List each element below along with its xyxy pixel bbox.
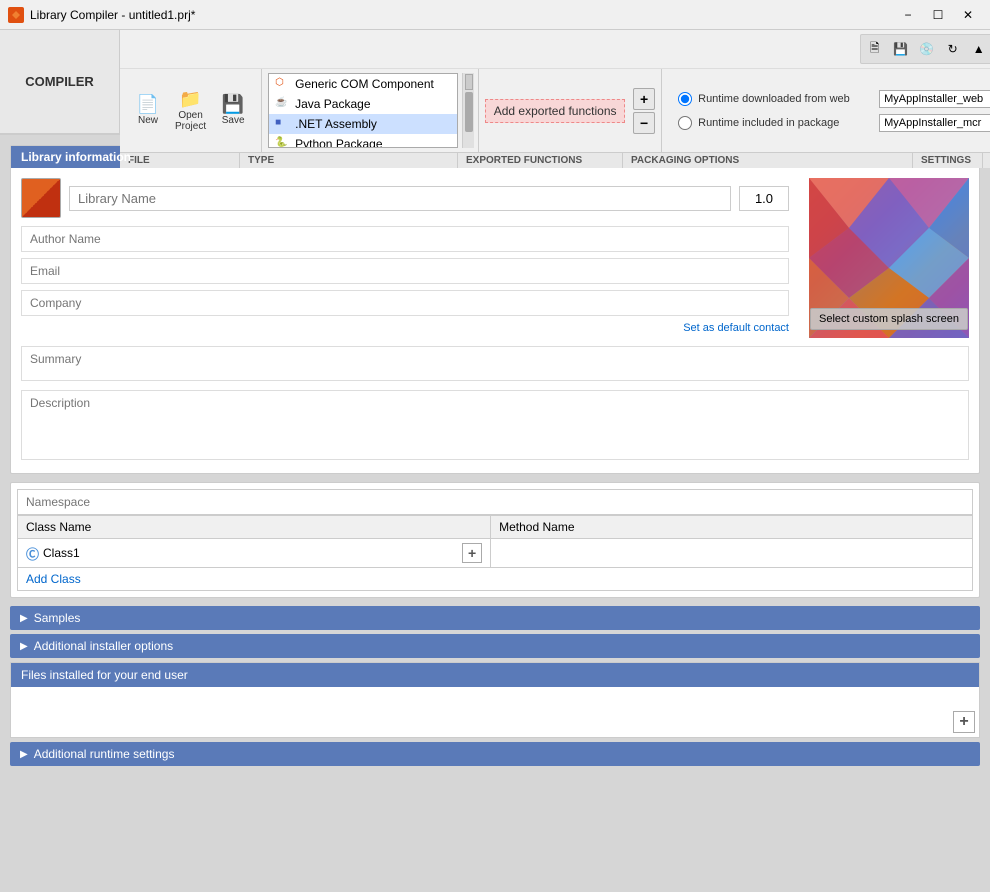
type-item-net[interactable]: ■ .NET Assembly [269, 114, 457, 134]
toolbar-icon-3[interactable]: 💿 [915, 37, 939, 61]
method1-cell [491, 539, 973, 568]
additional-installer-label: Additional installer options [34, 639, 173, 653]
company-input[interactable] [21, 290, 789, 316]
save-icon: 💾 [222, 95, 244, 113]
pkg-option-web: Runtime downloaded from web [678, 90, 990, 108]
library-version-input[interactable] [739, 186, 789, 211]
email-input[interactable] [21, 258, 789, 284]
add-class-link[interactable]: Add Class [17, 568, 973, 591]
pkg-radio-web[interactable] [678, 92, 692, 106]
set-default-link[interactable]: Set as default contact [21, 322, 789, 334]
samples-label: Samples [34, 611, 81, 625]
python-icon: 🐍 [275, 137, 291, 148]
class-card-body: Class Name Method Name Ⓒ Class1 + [11, 483, 979, 597]
class-table: Class Name Method Name Ⓒ Class1 + [17, 515, 973, 568]
type-scrollbar[interactable] [462, 73, 474, 148]
pkg-label-web: Runtime downloaded from web [698, 93, 873, 105]
type-item-java[interactable]: ☕ Java Package [269, 94, 457, 114]
close-button[interactable]: ✕ [954, 5, 982, 25]
settings-section-label: SETTINGS [913, 153, 983, 168]
type-section-label: TYPE [240, 153, 458, 168]
namespace-input[interactable] [17, 489, 973, 515]
maximize-button[interactable]: ☐ [924, 5, 952, 25]
lib-name-row [21, 178, 789, 218]
pkg-radio-mcr[interactable] [678, 116, 692, 130]
files-body: + [11, 687, 979, 737]
library-info-body: Set as default contact [11, 168, 979, 473]
additional-runtime-section[interactable]: ▶ Additional runtime settings [10, 742, 980, 766]
new-button[interactable]: 📄 New [128, 92, 168, 129]
window-controls: − ☐ ✕ [894, 5, 982, 25]
class-section-card: Class Name Method Name Ⓒ Class1 + [10, 482, 980, 598]
pkg-input-mcr[interactable] [879, 114, 990, 132]
splash-screen-area: Select custom splash screen [809, 178, 969, 338]
compiler-label: COMPILER [25, 74, 94, 89]
samples-section[interactable]: ▶ Samples [10, 606, 980, 630]
compiler-tab[interactable]: COMPILER [0, 30, 120, 133]
library-info-card: Library information Set as default conta… [10, 145, 980, 474]
add-method-button[interactable]: + [462, 543, 482, 563]
class1-cell: Ⓒ Class1 + [18, 539, 491, 568]
open-project-button[interactable]: 📁 Open Project [170, 87, 211, 135]
net-icon: ■ [275, 117, 291, 131]
pkg-input-web[interactable] [879, 90, 990, 108]
class1-icon: Ⓒ [26, 544, 39, 563]
class1-name: Class1 [43, 546, 80, 560]
new-icon: 📄 [137, 95, 159, 113]
content-panel: Library information Set as default conta… [0, 135, 990, 892]
exported-section-label: EXPORTED FUNCTIONS [458, 153, 623, 168]
exported-functions-area[interactable]: Add exported functions [485, 99, 625, 123]
packaging-section-label: PACKAGING OPTIONS [623, 153, 913, 168]
summary-input[interactable] [21, 346, 969, 381]
files-installed-header: Files installed for your end user [11, 663, 979, 687]
additional-installer-arrow: ▶ [20, 641, 28, 652]
select-splash-button[interactable]: Select custom splash screen [810, 308, 968, 330]
title-bar: Library Compiler - untitled1.prj* − ☐ ✕ [0, 0, 990, 30]
pkg-option-mcr: Runtime included in package [678, 114, 990, 132]
samples-arrow: ▶ [20, 613, 28, 624]
java-icon: ☕ [275, 97, 291, 111]
minimize-button[interactable]: − [894, 5, 922, 25]
save-button[interactable]: 💾 Save [213, 92, 253, 129]
files-add-button[interactable]: + [953, 711, 975, 733]
files-installed-section: Files installed for your end user + [10, 662, 980, 738]
app-icon [8, 7, 24, 23]
additional-installer-section[interactable]: ▶ Additional installer options [10, 634, 980, 658]
additional-runtime-arrow: ▶ [20, 749, 28, 760]
packaging-options: Runtime downloaded from web Runtime incl… [670, 86, 990, 136]
lib-icon [21, 178, 61, 218]
files-installed-label: Files installed for your end user [21, 668, 188, 682]
toolbar-icon-4[interactable]: ↻ [941, 37, 965, 61]
package-section-label: PACKAGE [983, 153, 990, 168]
com-icon: ⬡ [275, 77, 291, 91]
open-icon: 📁 [179, 90, 201, 108]
toolbar-icon-1[interactable]: 🗎 [863, 37, 887, 61]
func-buttons: + − [633, 88, 655, 134]
pkg-label-mcr: Runtime included in package [698, 117, 873, 129]
add-exported-label: Add exported functions [494, 104, 617, 118]
add-func-button[interactable]: + [633, 88, 655, 110]
title-text: Library Compiler - untitled1.prj* [30, 8, 195, 22]
library-name-input[interactable] [69, 186, 731, 211]
remove-func-button[interactable]: − [633, 112, 655, 134]
type-item-com[interactable]: ⬡ Generic COM Component [269, 74, 457, 94]
splash-image: Select custom splash screen [809, 178, 969, 338]
author-input[interactable] [21, 226, 789, 252]
description-input[interactable] [21, 390, 969, 460]
table-row: Ⓒ Class1 + [18, 539, 973, 568]
method-name-header: Method Name [491, 516, 973, 539]
toolbar-icon-5[interactable]: ▲ [967, 37, 990, 61]
file-section-label: FILE [120, 153, 240, 168]
additional-runtime-label: Additional runtime settings [34, 747, 175, 761]
type-item-python[interactable]: 🐍 Python Package [269, 134, 457, 148]
class-name-header: Class Name [18, 516, 491, 539]
toolbar-icon-2[interactable]: 💾 [889, 37, 913, 61]
